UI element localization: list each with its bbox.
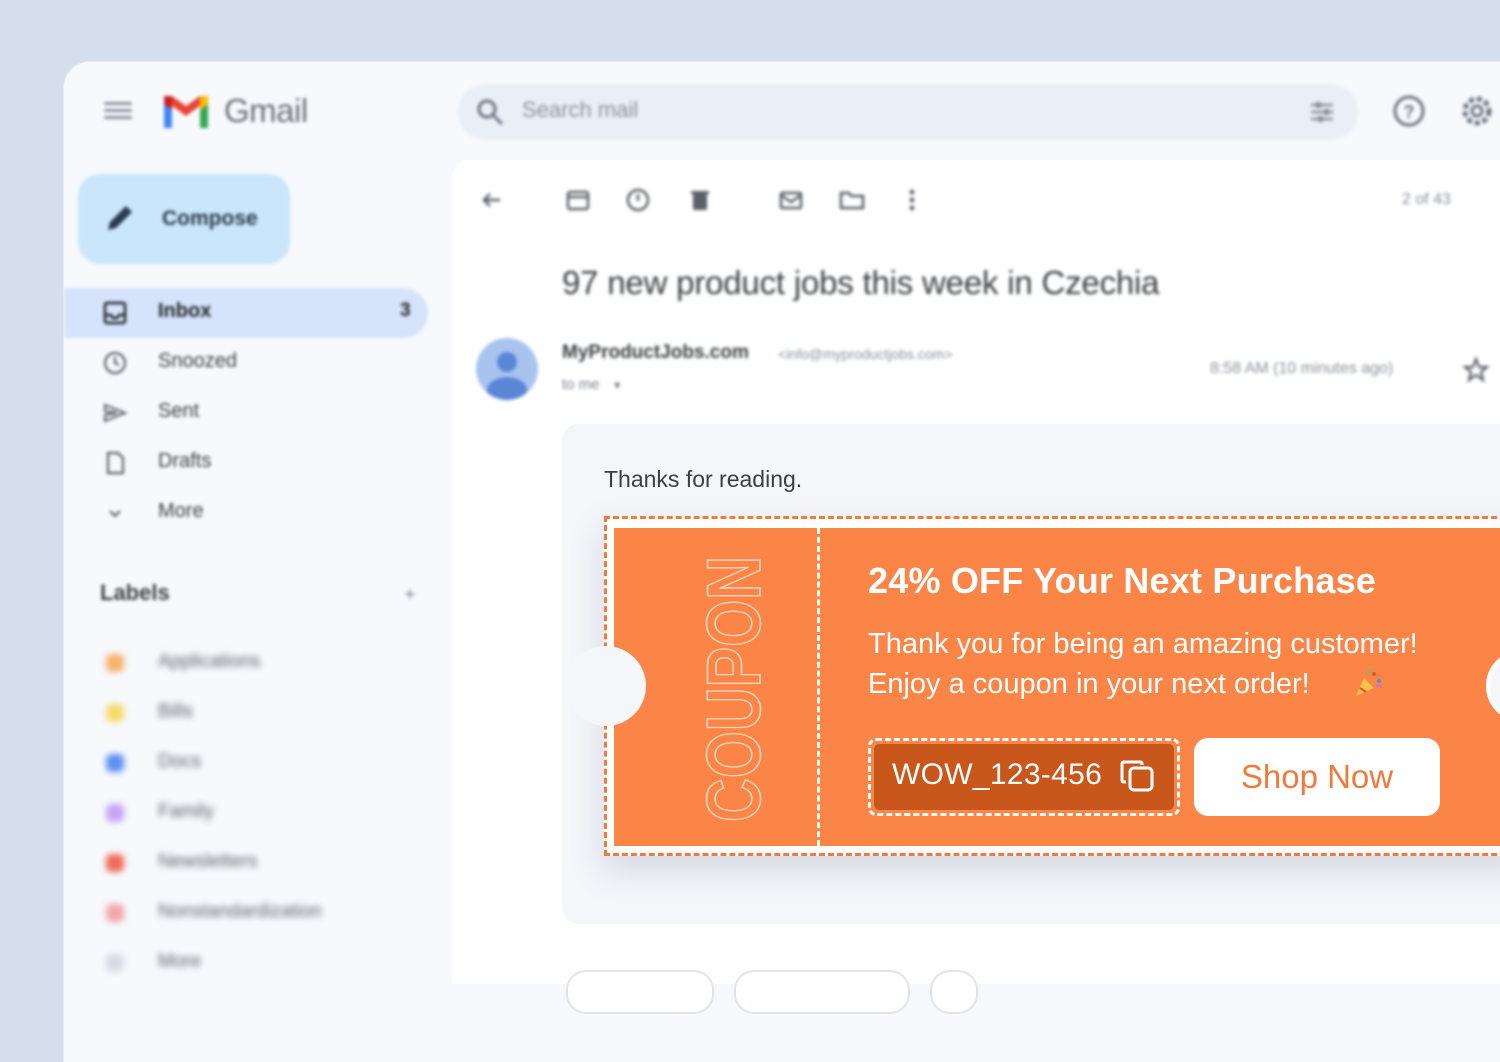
avatar [476,338,538,400]
label-name: More [158,951,202,972]
label-item[interactable]: Newsletters [64,838,444,888]
sidebar-item-more[interactable]: More [64,488,444,538]
compose-button[interactable]: Compose [78,174,290,264]
coupon-side-text: COUPON [692,556,770,822]
search-bar[interactable] [458,84,1358,140]
inbox-icon [103,301,127,325]
label-item[interactable]: Applications [64,638,444,688]
label-name: Family [158,801,214,822]
label-name: Bills [158,701,193,722]
coupon-side-label: COUPON [691,555,770,823]
coupon-code: WOW_123-456 [892,758,1103,791]
emoji-reaction-button[interactable] [930,970,978,1014]
party-popper-icon [1356,670,1382,696]
add-label-button[interactable]: + [404,584,416,607]
sidebar-item-sent[interactable]: Sent [64,388,444,438]
email-timestamp: 8:58 AM (10 minutes ago) [1210,360,1394,377]
labels-heading: Labels [100,580,170,605]
app-name: Gmail [224,92,308,129]
recipient-label: to me [562,376,600,393]
coupon-message-line: Thank you for being an amazing customer! [868,628,1418,660]
star-icon[interactable] [1462,356,1490,384]
coupon-title: 24% OFF Your Next Purchase [868,560,1377,601]
mark-unread-icon[interactable] [778,186,806,214]
label-color-dot [106,804,124,822]
svg-text:?: ? [1404,102,1415,122]
sender-email: <info@myproductjobs.com> [778,346,953,362]
search-options-icon[interactable] [1308,98,1336,126]
sidebar-item-label: More [158,500,204,522]
back-arrow-icon[interactable] [478,186,506,214]
label-item[interactable]: Docs [64,738,444,788]
draft-icon [106,451,125,475]
pagination-text: 2 of 43 [1402,191,1451,208]
unread-count: 3 [400,300,411,321]
sidebar-item-drafts[interactable]: Drafts [64,438,444,488]
label-item[interactable]: More [64,938,444,988]
person-icon [487,352,527,400]
label-color-dot [106,654,124,672]
coupon-message-line: Enjoy a coupon in your next order! [868,668,1310,700]
chevron-down-icon [109,510,121,518]
label-item[interactable]: Nonstandardization [64,888,444,938]
search-input[interactable] [520,96,1124,124]
email-subject: 97 new product jobs this week in Czechia [562,264,1160,301]
report-spam-icon[interactable] [624,186,652,214]
sidebar-item-inbox[interactable]: Inbox 3 [64,288,428,338]
clock-icon [103,351,127,375]
caret-down-icon: ▼ [611,380,623,392]
coupon-notch-left [566,646,646,726]
pencil-icon [108,206,132,230]
labels-list: Applications Bills Docs Family Newslette… [64,638,444,988]
forward-button[interactable] [734,970,910,1014]
gmail-logo [164,96,208,128]
sender-name: MyProductJobs.com [562,342,749,363]
sidebar-item-label: Sent [158,400,200,422]
label-color-dot [106,904,124,922]
label-item[interactable]: Bills [64,688,444,738]
label-color-dot [106,954,124,972]
label-name: Newsletters [158,851,258,872]
more-vert-icon[interactable] [898,186,926,214]
label-color-dot [106,854,124,872]
reply-button[interactable] [566,970,714,1014]
sidebar-item-snoozed[interactable]: Snoozed [64,338,444,388]
move-to-folder-icon[interactable] [838,186,866,214]
sidebar-item-label: Inbox [158,300,212,322]
recipient-details[interactable]: to me ▼ [562,376,623,393]
trash-icon[interactable] [686,186,714,214]
sidebar-item-label: Drafts [158,450,212,472]
coupon-perforation [817,528,820,846]
help-icon[interactable]: ? [1392,94,1426,128]
send-icon [104,403,128,423]
archive-icon[interactable] [564,186,592,214]
label-color-dot [106,754,124,772]
copy-icon[interactable] [1118,756,1158,796]
label-name: Applications [158,651,261,672]
search-icon[interactable] [476,98,504,126]
shop-now-button[interactable]: Shop Now [1194,738,1440,816]
label-name: Nonstandardization [158,901,322,922]
sidebar-nav: Inbox 3 Snoozed Sent Drafts More [64,288,444,538]
gear-icon[interactable] [1458,92,1496,130]
sidebar-item-label: Snoozed [158,350,237,372]
label-item[interactable]: Family [64,788,444,838]
label-name: Docs [158,751,202,772]
label-color-dot [106,704,124,722]
hamburger-menu-icon[interactable] [104,98,132,124]
email-greeting: Thanks for reading. [604,466,803,492]
compose-label: Compose [162,207,258,230]
